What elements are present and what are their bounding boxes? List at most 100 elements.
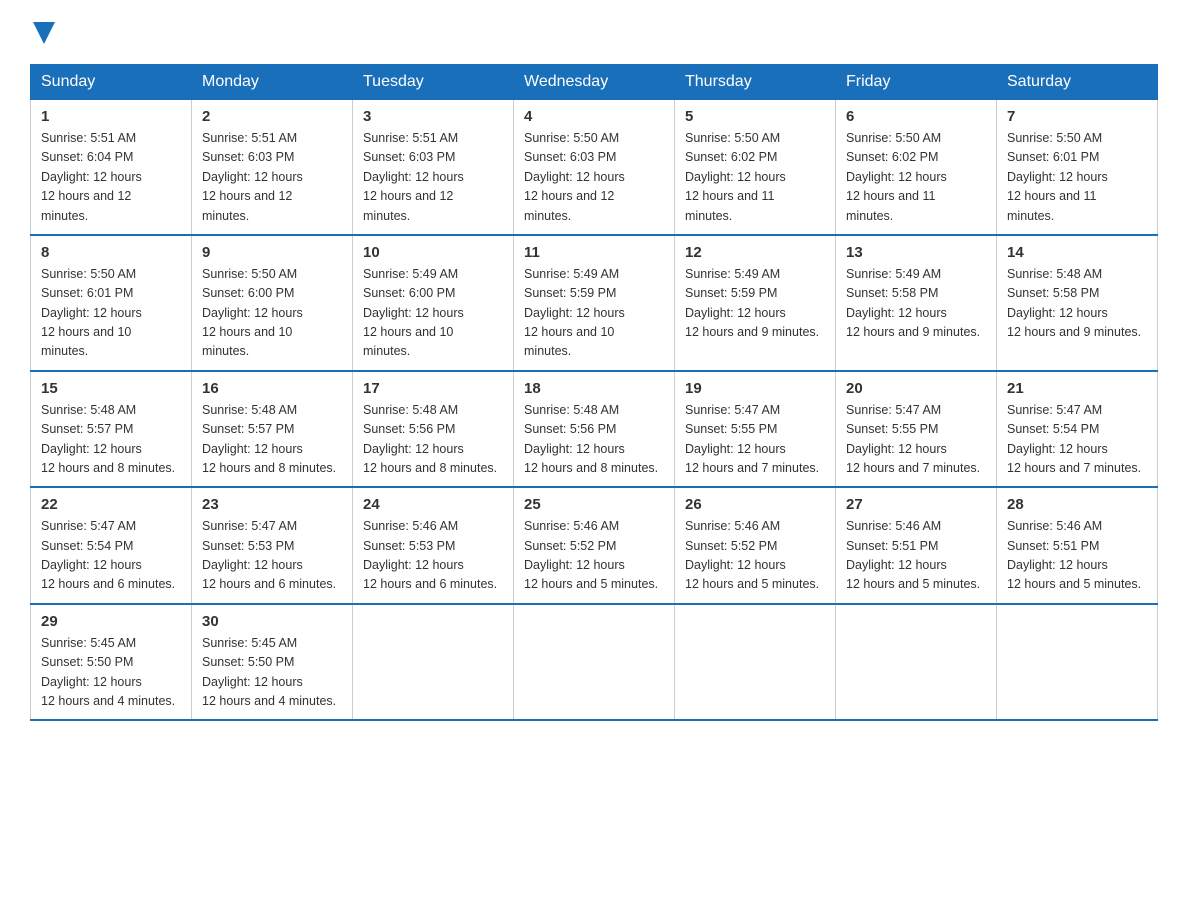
calendar-day-cell: 7 Sunrise: 5:50 AMSunset: 6:01 PMDaylight…: [997, 100, 1158, 235]
day-info: Sunrise: 5:47 AMSunset: 5:55 PMDaylight:…: [846, 401, 986, 479]
day-info: Sunrise: 5:48 AMSunset: 5:57 PMDaylight:…: [41, 401, 181, 479]
day-info: Sunrise: 5:51 AMSunset: 6:03 PMDaylight:…: [363, 129, 503, 226]
day-info: Sunrise: 5:47 AMSunset: 5:54 PMDaylight:…: [1007, 401, 1147, 479]
day-info: Sunrise: 5:49 AMSunset: 5:59 PMDaylight:…: [524, 265, 664, 362]
calendar-day-cell: 29Sunrise: 5:45 AMSunset: 5:50 PMDayligh…: [31, 604, 192, 721]
calendar-day-cell: 18Sunrise: 5:48 AMSunset: 5:56 PMDayligh…: [514, 371, 675, 488]
day-number: 7: [1007, 108, 1147, 125]
calendar-day-cell: 12 Sunrise: 5:49 AMSunset: 5:59 PMDayligh…: [675, 235, 836, 371]
calendar-day-cell: 15 Sunrise: 5:48 AMSunset: 5:57 PMDayligh…: [31, 371, 192, 488]
calendar-week-row: 15 Sunrise: 5:48 AMSunset: 5:57 PMDayligh…: [31, 371, 1158, 488]
calendar-day-cell: [997, 604, 1158, 721]
day-info: Sunrise: 5:51 AMSunset: 6:03 PMDaylight:…: [202, 129, 342, 226]
day-number: 11: [524, 244, 664, 261]
header-cell-thursday: Thursday: [675, 65, 836, 100]
header-cell-wednesday: Wednesday: [514, 65, 675, 100]
day-info: Sunrise: 5:50 AMSunset: 6:01 PMDaylight:…: [41, 265, 181, 362]
header-cell-monday: Monday: [192, 65, 353, 100]
day-info: Sunrise: 5:50 AMSunset: 6:02 PMDaylight:…: [846, 129, 986, 226]
day-number: 14: [1007, 244, 1147, 261]
calendar-day-cell: 30 Sunrise: 5:45 AMSunset: 5:50 PMDayligh…: [192, 604, 353, 721]
day-info: Sunrise: 5:46 AMSunset: 5:52 PMDaylight:…: [524, 517, 664, 595]
day-number: 5: [685, 108, 825, 125]
day-number: 19: [685, 380, 825, 397]
day-number: 16: [202, 380, 342, 397]
day-number: 10: [363, 244, 503, 261]
day-info: Sunrise: 5:51 AMSunset: 6:04 PMDaylight:…: [41, 129, 181, 226]
calendar-week-row: 1Sunrise: 5:51 AMSunset: 6:04 PMDaylight…: [31, 100, 1158, 235]
day-info: Sunrise: 5:49 AMSunset: 5:58 PMDaylight:…: [846, 265, 986, 343]
calendar-body: 1Sunrise: 5:51 AMSunset: 6:04 PMDaylight…: [31, 100, 1158, 721]
day-info: Sunrise: 5:49 AMSunset: 5:59 PMDaylight:…: [685, 265, 825, 343]
day-number: 30: [202, 613, 342, 630]
calendar-day-cell: 26Sunrise: 5:46 AMSunset: 5:52 PMDayligh…: [675, 487, 836, 604]
calendar-day-cell: 11 Sunrise: 5:49 AMSunset: 5:59 PMDayligh…: [514, 235, 675, 371]
calendar-day-cell: [675, 604, 836, 721]
day-number: 26: [685, 496, 825, 513]
calendar-day-cell: 1Sunrise: 5:51 AMSunset: 6:04 PMDaylight…: [31, 100, 192, 235]
day-info: Sunrise: 5:50 AMSunset: 6:00 PMDaylight:…: [202, 265, 342, 362]
calendar-day-cell: 6 Sunrise: 5:50 AMSunset: 6:02 PMDaylight…: [836, 100, 997, 235]
day-info: Sunrise: 5:49 AMSunset: 6:00 PMDaylight:…: [363, 265, 503, 362]
calendar-week-row: 29Sunrise: 5:45 AMSunset: 5:50 PMDayligh…: [31, 604, 1158, 721]
day-number: 20: [846, 380, 986, 397]
day-info: Sunrise: 5:48 AMSunset: 5:56 PMDaylight:…: [363, 401, 503, 479]
day-number: 28: [1007, 496, 1147, 513]
calendar-day-cell: [353, 604, 514, 721]
header-cell-tuesday: Tuesday: [353, 65, 514, 100]
day-number: 22: [41, 496, 181, 513]
calendar-day-cell: 9Sunrise: 5:50 AMSunset: 6:00 PMDaylight…: [192, 235, 353, 371]
calendar-day-cell: [514, 604, 675, 721]
header-cell-saturday: Saturday: [997, 65, 1158, 100]
day-number: 12: [685, 244, 825, 261]
calendar-day-cell: 22Sunrise: 5:47 AMSunset: 5:54 PMDayligh…: [31, 487, 192, 604]
calendar-day-cell: 25Sunrise: 5:46 AMSunset: 5:52 PMDayligh…: [514, 487, 675, 604]
day-info: Sunrise: 5:48 AMSunset: 5:57 PMDaylight:…: [202, 401, 342, 479]
calendar-day-cell: 2 Sunrise: 5:51 AMSunset: 6:03 PMDaylight…: [192, 100, 353, 235]
calendar-day-cell: 8 Sunrise: 5:50 AMSunset: 6:01 PMDaylight…: [31, 235, 192, 371]
calendar-day-cell: 5 Sunrise: 5:50 AMSunset: 6:02 PMDaylight…: [675, 100, 836, 235]
day-info: Sunrise: 5:46 AMSunset: 5:51 PMDaylight:…: [846, 517, 986, 595]
calendar-day-cell: 23 Sunrise: 5:47 AMSunset: 5:53 PMDayligh…: [192, 487, 353, 604]
calendar-day-cell: 3 Sunrise: 5:51 AMSunset: 6:03 PMDaylight…: [353, 100, 514, 235]
day-info: Sunrise: 5:46 AMSunset: 5:51 PMDaylight:…: [1007, 517, 1147, 595]
day-number: 15: [41, 380, 181, 397]
day-info: Sunrise: 5:45 AMSunset: 5:50 PMDaylight:…: [202, 634, 342, 712]
calendar-day-cell: 14 Sunrise: 5:48 AMSunset: 5:58 PMDayligh…: [997, 235, 1158, 371]
calendar-day-cell: [836, 604, 997, 721]
day-info: Sunrise: 5:48 AMSunset: 5:56 PMDaylight:…: [524, 401, 664, 479]
calendar-day-cell: 28 Sunrise: 5:46 AMSunset: 5:51 PMDayligh…: [997, 487, 1158, 604]
day-number: 23: [202, 496, 342, 513]
day-number: 17: [363, 380, 503, 397]
day-number: 21: [1007, 380, 1147, 397]
day-info: Sunrise: 5:50 AMSunset: 6:01 PMDaylight:…: [1007, 129, 1147, 226]
day-number: 3: [363, 108, 503, 125]
day-number: 24: [363, 496, 503, 513]
header-cell-sunday: Sunday: [31, 65, 192, 100]
day-number: 2: [202, 108, 342, 125]
header-row: SundayMondayTuesdayWednesdayThursdayFrid…: [31, 65, 1158, 100]
calendar-header: SundayMondayTuesdayWednesdayThursdayFrid…: [31, 65, 1158, 100]
calendar-day-cell: 24 Sunrise: 5:46 AMSunset: 5:53 PMDayligh…: [353, 487, 514, 604]
day-info: Sunrise: 5:50 AMSunset: 6:02 PMDaylight:…: [685, 129, 825, 226]
calendar-day-cell: 4Sunrise: 5:50 AMSunset: 6:03 PMDaylight…: [514, 100, 675, 235]
day-number: 6: [846, 108, 986, 125]
day-info: Sunrise: 5:47 AMSunset: 5:53 PMDaylight:…: [202, 517, 342, 595]
day-number: 8: [41, 244, 181, 261]
day-info: Sunrise: 5:46 AMSunset: 5:53 PMDaylight:…: [363, 517, 503, 595]
day-info: Sunrise: 5:45 AMSunset: 5:50 PMDaylight:…: [41, 634, 181, 712]
calendar-day-cell: 27 Sunrise: 5:46 AMSunset: 5:51 PMDayligh…: [836, 487, 997, 604]
calendar-table: SundayMondayTuesdayWednesdayThursdayFrid…: [30, 64, 1158, 721]
day-info: Sunrise: 5:48 AMSunset: 5:58 PMDaylight:…: [1007, 265, 1147, 343]
day-info: Sunrise: 5:47 AMSunset: 5:55 PMDaylight:…: [685, 401, 825, 479]
logo: [30, 20, 55, 44]
day-number: 27: [846, 496, 986, 513]
page-header: [30, 20, 1158, 44]
calendar-week-row: 22Sunrise: 5:47 AMSunset: 5:54 PMDayligh…: [31, 487, 1158, 604]
header-cell-friday: Friday: [836, 65, 997, 100]
calendar-day-cell: 16 Sunrise: 5:48 AMSunset: 5:57 PMDayligh…: [192, 371, 353, 488]
calendar-day-cell: 21 Sunrise: 5:47 AMSunset: 5:54 PMDayligh…: [997, 371, 1158, 488]
calendar-week-row: 8 Sunrise: 5:50 AMSunset: 6:01 PMDaylight…: [31, 235, 1158, 371]
calendar-day-cell: 13 Sunrise: 5:49 AMSunset: 5:58 PMDayligh…: [836, 235, 997, 371]
day-number: 13: [846, 244, 986, 261]
